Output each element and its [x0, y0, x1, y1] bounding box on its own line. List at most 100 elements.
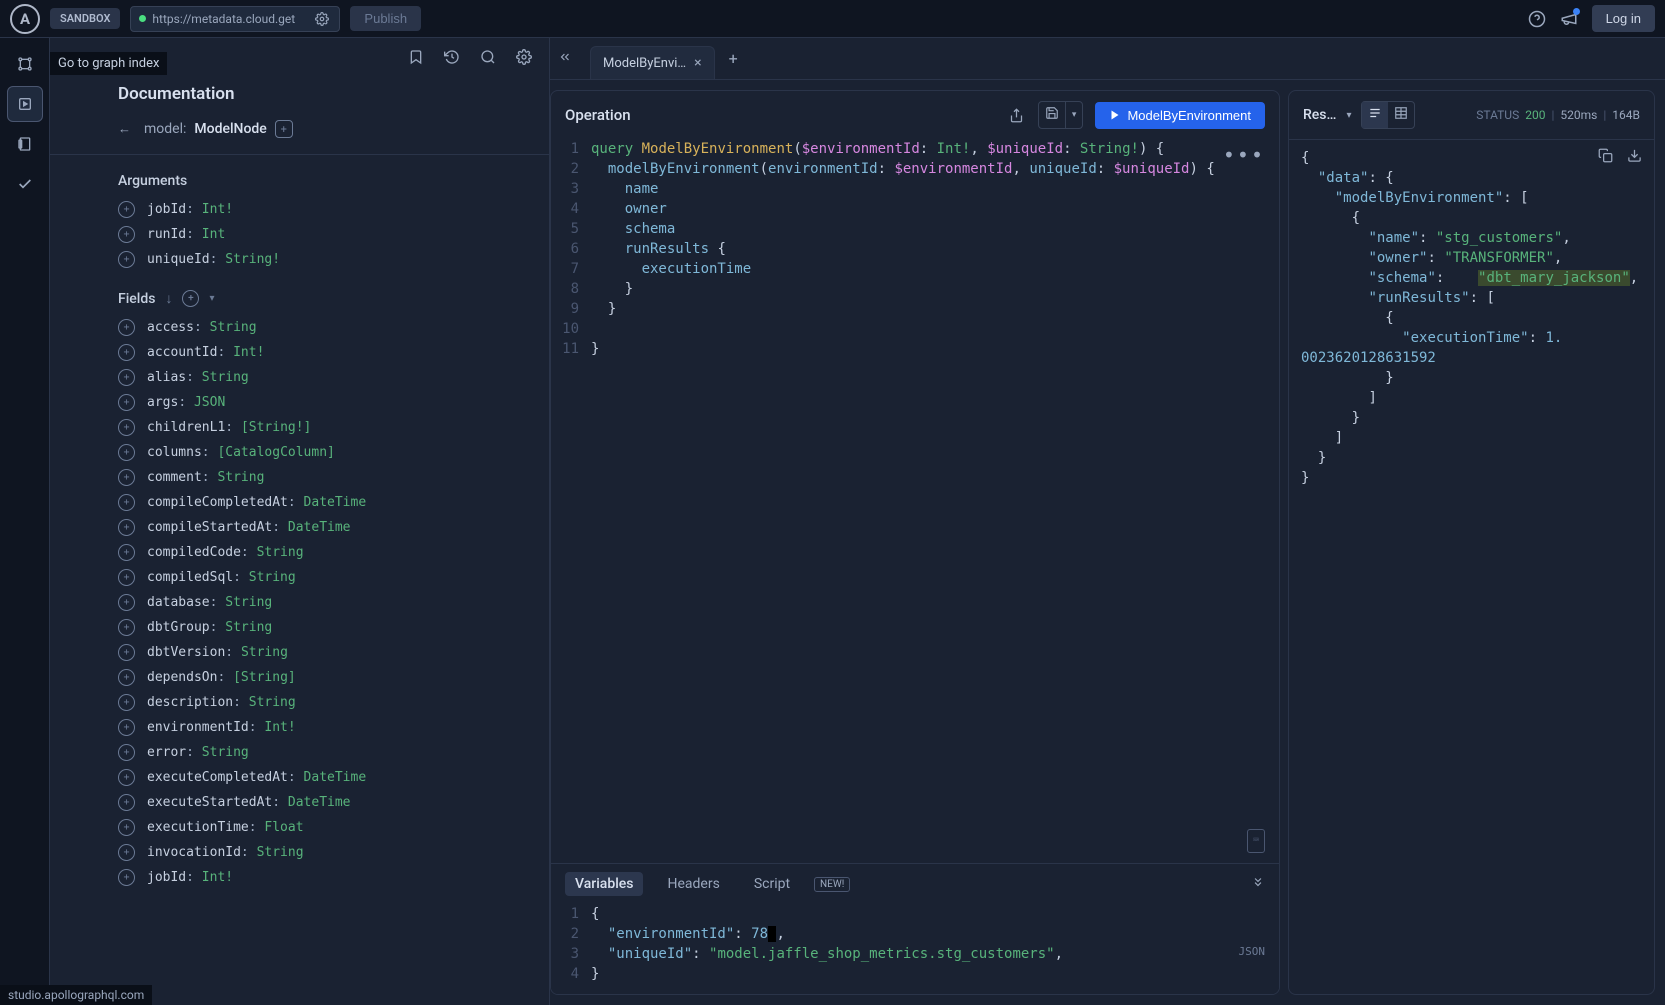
nav-schema-icon[interactable] [7, 126, 43, 162]
field-row[interactable]: +accountId: Int! [50, 340, 549, 365]
query-editor[interactable]: 1234567891011 query ModelByEnvironment($… [551, 139, 1279, 863]
add-field-icon[interactable]: + [118, 869, 135, 886]
model-name[interactable]: ModelNode [194, 121, 266, 137]
argument-row[interactable]: +runId: Int [50, 222, 549, 247]
bookmark-icon[interactable] [407, 48, 425, 66]
field-row[interactable]: +childrenL1: [String!] [50, 415, 549, 440]
gear-icon[interactable] [515, 48, 533, 66]
add-field-icon[interactable]: + [118, 251, 135, 268]
keyboard-icon[interactable]: ⌨ [1247, 829, 1265, 853]
share-icon[interactable] [1008, 106, 1026, 124]
view-json-icon[interactable] [1362, 102, 1388, 128]
field-row[interactable]: +args: JSON [50, 390, 549, 415]
add-field-icon[interactable]: + [118, 719, 135, 736]
add-field-icon[interactable]: + [118, 494, 135, 511]
status-code: 200 [1525, 108, 1545, 122]
add-field-icon[interactable]: + [118, 669, 135, 686]
field-row[interactable]: +alias: String [50, 365, 549, 390]
add-field-icon[interactable]: + [118, 201, 135, 218]
add-field-icon[interactable]: + [118, 226, 135, 243]
response-body[interactable]: { "data": { "modelByEnvironment": [ { "n… [1289, 140, 1654, 994]
field-row[interactable]: +columns: [CatalogColumn] [50, 440, 549, 465]
field-row[interactable]: +executeStartedAt: DateTime [50, 790, 549, 815]
view-toggle[interactable] [1361, 101, 1415, 129]
publish-button[interactable]: Publish [350, 6, 421, 31]
download-icon[interactable] [1627, 148, 1642, 169]
add-field-icon[interactable]: + [118, 769, 135, 786]
field-row[interactable]: +dependsOn: [String] [50, 665, 549, 690]
field-row[interactable]: +dbtGroup: String [50, 615, 549, 640]
field-row[interactable]: +compileStartedAt: DateTime [50, 515, 549, 540]
field-row[interactable]: +database: String [50, 590, 549, 615]
field-row[interactable]: +executeCompletedAt: DateTime [50, 765, 549, 790]
field-row[interactable]: +description: String [50, 690, 549, 715]
status-label: STATUS [1476, 108, 1519, 122]
add-field-icon[interactable]: + [118, 744, 135, 761]
field-row[interactable]: +environmentId: Int! [50, 715, 549, 740]
field-row[interactable]: +comment: String [50, 465, 549, 490]
collapse-sidebar-icon[interactable] [558, 50, 572, 68]
field-row[interactable]: +dbtVersion: String [50, 640, 549, 665]
tab-script[interactable]: Script [744, 872, 800, 896]
add-field-icon[interactable]: + [118, 394, 135, 411]
add-field-icon[interactable]: + [118, 444, 135, 461]
login-button[interactable]: Log in [1592, 5, 1655, 32]
argument-row[interactable]: +jobId: Int! [50, 197, 549, 222]
add-field-icon[interactable]: + [118, 644, 135, 661]
help-icon[interactable] [1528, 10, 1546, 28]
history-icon[interactable] [443, 48, 461, 66]
apollo-logo-icon[interactable]: A [10, 4, 40, 34]
add-field-icon[interactable]: + [118, 794, 135, 811]
tab-headers[interactable]: Headers [657, 872, 729, 896]
add-field-icon[interactable]: + [118, 419, 135, 436]
doc-title: Documentation [50, 76, 549, 114]
field-row[interactable]: +executionTime: Float [50, 815, 549, 840]
chevron-down-icon[interactable]: ▾ [209, 293, 214, 304]
field-row[interactable]: +access: String [50, 315, 549, 340]
copy-icon[interactable] [1598, 148, 1613, 169]
variables-editor[interactable]: JSON 1234 { "environmentId": 78…, "uniqu… [551, 904, 1279, 994]
editor-tab[interactable]: ModelByEnvi… × [590, 46, 715, 79]
add-field-icon[interactable]: + [118, 619, 135, 636]
chevron-down-icon[interactable]: ▾ [1066, 106, 1083, 124]
field-row[interactable]: +compileCompletedAt: DateTime [50, 490, 549, 515]
field-row[interactable]: +error: String [50, 740, 549, 765]
save-icon[interactable] [1039, 102, 1066, 128]
more-menu-icon[interactable]: ••• [1223, 145, 1265, 165]
save-dropdown[interactable]: ▾ [1038, 101, 1084, 129]
collapse-icon[interactable] [1251, 875, 1265, 893]
close-icon[interactable]: × [694, 55, 701, 71]
run-button[interactable]: ModelByEnvironment [1095, 102, 1265, 129]
endpoint-url-input[interactable]: https://metadata.cloud.get [130, 6, 340, 32]
field-row[interactable]: +invocationId: String [50, 840, 549, 865]
add-field-icon[interactable]: + [118, 569, 135, 586]
add-field-icon[interactable]: + [118, 469, 135, 486]
add-field-icon[interactable]: + [118, 519, 135, 536]
add-field-icon[interactable]: + [118, 319, 135, 336]
add-field-icon[interactable]: + [118, 369, 135, 386]
add-field-icon[interactable]: + [118, 594, 135, 611]
argument-row[interactable]: +uniqueId: String! [50, 247, 549, 272]
field-row[interactable]: +compiledSql: String [50, 565, 549, 590]
add-field-icon[interactable]: + [118, 544, 135, 561]
view-table-icon[interactable] [1388, 102, 1414, 128]
nav-explorer-icon[interactable] [7, 86, 43, 122]
add-field-icon[interactable]: + [118, 819, 135, 836]
megaphone-icon[interactable] [1560, 10, 1578, 28]
add-all-icon[interactable]: + [182, 290, 199, 307]
nav-checks-icon[interactable] [7, 166, 43, 202]
chevron-down-icon[interactable]: ▾ [1346, 110, 1351, 121]
add-field-icon[interactable]: + [118, 344, 135, 361]
sort-icon[interactable]: ↓ [165, 290, 172, 307]
back-arrow-icon[interactable]: ← [118, 121, 136, 137]
new-tab-button[interactable]: + [729, 49, 738, 68]
add-button[interactable]: + [275, 120, 293, 138]
search-icon[interactable] [479, 48, 497, 66]
add-field-icon[interactable]: + [118, 694, 135, 711]
field-row[interactable]: +compiledCode: String [50, 540, 549, 565]
add-field-icon[interactable]: + [118, 844, 135, 861]
tab-variables[interactable]: Variables [565, 872, 643, 896]
field-row[interactable]: +jobId: Int! [50, 865, 549, 890]
gear-icon[interactable] [313, 10, 331, 28]
nav-graph-icon[interactable] [7, 46, 43, 82]
